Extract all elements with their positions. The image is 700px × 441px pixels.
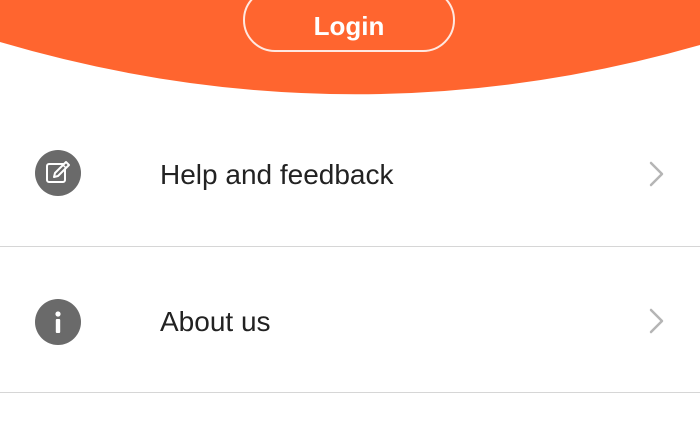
chevron-right-icon bbox=[649, 308, 664, 334]
menu-item-label: Help and feedback bbox=[160, 159, 394, 190]
login-button[interactable]: Login bbox=[243, 0, 455, 52]
settings-menu: Help and feedback About us bbox=[0, 100, 700, 393]
info-icon bbox=[35, 299, 81, 345]
edit-note-icon bbox=[35, 150, 81, 196]
menu-item-help-feedback[interactable]: Help and feedback bbox=[0, 100, 700, 247]
profile-screen: Login Help and feedback About us bbox=[0, 0, 700, 441]
chevron-right-icon bbox=[649, 161, 664, 187]
menu-item-about-us[interactable]: About us bbox=[0, 247, 700, 393]
menu-item-label: About us bbox=[160, 306, 271, 337]
